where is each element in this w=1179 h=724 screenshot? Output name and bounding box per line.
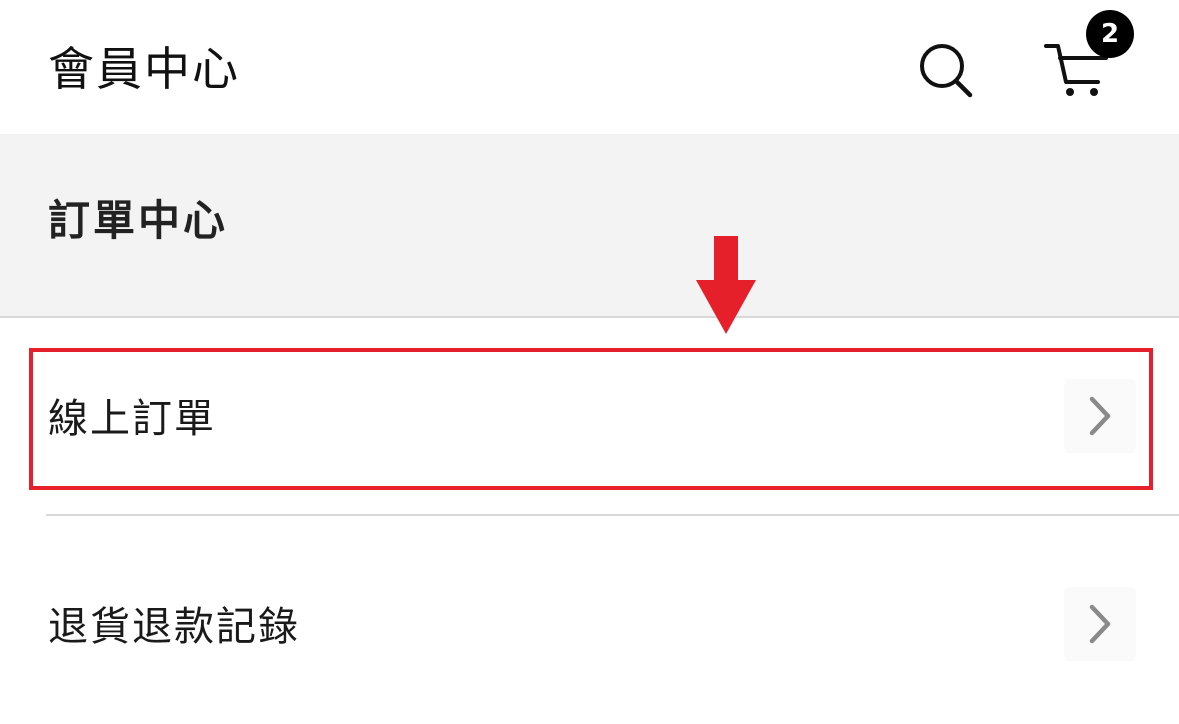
menu-item-label: 線上訂單 <box>48 396 216 442</box>
member-center-screen: 會員中心 2 訂單中心 線上訂單 退貨退款記錄 <box>0 0 1179 724</box>
section-divider <box>0 316 1179 318</box>
row-divider <box>46 514 1179 516</box>
order-center-section: 訂單中心 <box>0 134 1179 316</box>
page-title: 會員中心 <box>48 42 240 96</box>
top-bar: 會員中心 2 <box>0 0 1179 134</box>
search-button[interactable] <box>912 36 982 102</box>
section-title: 訂單中心 <box>48 196 229 245</box>
menu-item-returns-refunds[interactable]: 退貨退款記錄 <box>0 542 1179 712</box>
chevron-right-icon <box>1064 379 1136 453</box>
menu-item-online-orders[interactable]: 線上訂單 <box>0 334 1179 504</box>
chevron-right-icon <box>1064 587 1136 661</box>
search-icon <box>920 44 973 98</box>
cart-count-badge: 2 <box>1086 10 1134 58</box>
menu-item-label: 退貨退款記錄 <box>48 604 300 650</box>
